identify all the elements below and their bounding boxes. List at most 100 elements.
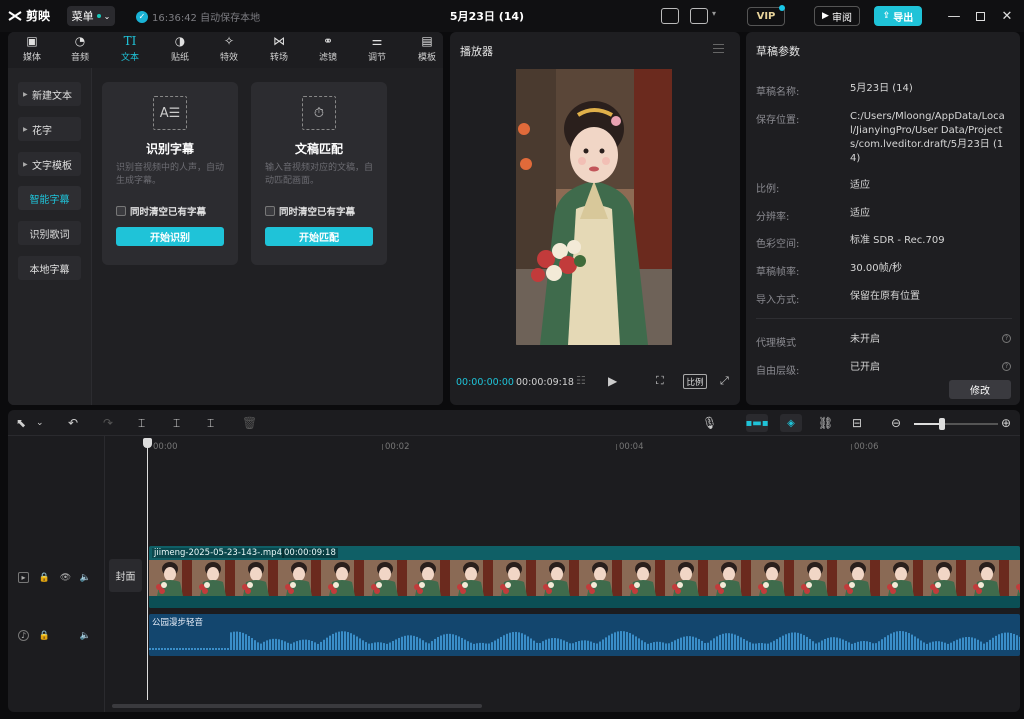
checkbox-box[interactable] xyxy=(116,206,126,216)
waveform-bar xyxy=(437,637,439,650)
tab-audio[interactable]: ◔ 音频 xyxy=(58,34,102,68)
checkbox-box[interactable] xyxy=(265,206,275,216)
side-item-lyrics[interactable]: 识别歌词 xyxy=(18,221,81,245)
tab-transition[interactable]: ⋈ 转场 xyxy=(257,34,301,68)
waveform-bar xyxy=(638,638,640,650)
undo-icon[interactable]: ↶ xyxy=(68,415,78,431)
maximize-icon[interactable] xyxy=(972,8,988,24)
materials-panel: ▣ 媒体 ◔ 音频 TI 文本 ◑ 贴纸 ✧ 特效 ⋈ 转场 ⚭ 滤镜 ⚌ 调节 ▤ 模板 ▶ 新建… xyxy=(8,32,443,405)
zoom-slider-handle[interactable] xyxy=(939,418,945,430)
waveform-bar xyxy=(593,642,595,650)
close-icon[interactable]: ✕ xyxy=(999,8,1015,24)
volume-icon[interactable]: 🔈 xyxy=(80,630,91,641)
audio-clip[interactable]: 公园漫步轻音 xyxy=(149,614,1020,656)
lock-icon[interactable]: 🔒 xyxy=(39,630,50,641)
side-item-local-caption[interactable]: 本地字幕 xyxy=(18,256,81,280)
waveform-bar xyxy=(653,642,655,650)
link-icon[interactable]: ⛓ xyxy=(818,415,833,431)
waveform-bar xyxy=(206,648,208,650)
playhead-handle[interactable] xyxy=(143,438,152,448)
side-item-smart-caption[interactable]: 智能字幕 xyxy=(18,186,81,210)
zoom-out-icon[interactable]: ⊖ xyxy=(891,415,901,431)
waveform-bar xyxy=(872,643,874,650)
waveform-bar xyxy=(515,631,517,650)
tab-template[interactable]: ▤ 模板 xyxy=(405,34,443,68)
waveform-bar xyxy=(689,636,691,650)
waveform-bar xyxy=(185,648,187,650)
side-item-text-template[interactable]: ▶ 文字模板 xyxy=(18,152,81,176)
param-label-resolution: 分辨率: xyxy=(756,212,790,223)
menu-icon[interactable] xyxy=(713,44,724,53)
split-left-icon[interactable]: ⌶ xyxy=(173,415,180,431)
ratio-button[interactable]: 比例 xyxy=(683,374,707,389)
clear-captions-checkbox[interactable]: 同时清空已有字幕 xyxy=(265,204,355,218)
minimize-icon[interactable]: — xyxy=(946,8,962,24)
horizontal-scrollbar[interactable] xyxy=(112,704,482,708)
timecode-grid-icon[interactable]: ☷ xyxy=(576,374,586,387)
waveform-bar xyxy=(878,641,880,650)
playhead[interactable] xyxy=(147,440,148,700)
cover-button[interactable]: 封面 xyxy=(109,559,142,592)
start-match-button[interactable]: 开始匹配 xyxy=(265,227,373,246)
effects-icon: ✧ xyxy=(223,34,235,48)
clear-captions-checkbox[interactable]: 同时清空已有字幕 xyxy=(116,204,206,218)
preview-axis-icon[interactable]: ⊟ xyxy=(852,415,862,431)
play-icon[interactable]: ▶ xyxy=(608,374,617,388)
layout-icon[interactable] xyxy=(690,8,708,24)
waveform-bar xyxy=(542,641,544,650)
side-item-fancy-text[interactable]: ▶ 花字 xyxy=(18,117,81,141)
layout-chevron-icon[interactable]: ▾ xyxy=(712,9,716,18)
waveform-bar xyxy=(302,639,304,650)
lock-icon[interactable]: 🔒 xyxy=(39,572,50,583)
waveform-bar xyxy=(149,648,151,650)
tab-text[interactable]: TI 文本 xyxy=(108,34,152,68)
tab-media[interactable]: ▣ 媒体 xyxy=(10,34,54,68)
card-desc: 识别音视频中的人声，自动生成字幕。 xyxy=(116,163,225,186)
delete-icon[interactable]: 🗑 xyxy=(242,415,257,431)
tab-sticker[interactable]: ◑ 贴纸 xyxy=(158,34,202,68)
waveform-bar xyxy=(833,637,835,650)
modify-button[interactable]: 修改 xyxy=(949,380,1011,399)
waveform-bar xyxy=(635,636,637,650)
select-cursor-icon[interactable]: ⬉ xyxy=(16,415,26,431)
audio-waveform xyxy=(149,631,1020,650)
redo-icon[interactable]: ↷ xyxy=(103,415,113,431)
clip-thumbnails xyxy=(149,560,1020,596)
tab-filter[interactable]: ⚭ 滤镜 xyxy=(306,34,350,68)
caption-content: A☰ 识别字幕 识别音视频中的人声，自动生成字幕。 同时清空已有字幕 开始识别 … xyxy=(92,68,443,405)
waveform-bar xyxy=(473,643,475,650)
waveform-bar xyxy=(875,643,877,650)
export-button[interactable]: ⇪ 导出 xyxy=(874,6,922,26)
waveform-bar xyxy=(1013,633,1015,650)
auto-snap-icon[interactable]: ◈ xyxy=(780,414,802,432)
zoom-in-icon[interactable]: ⊕ xyxy=(1001,415,1011,431)
waveform-bar xyxy=(812,641,814,650)
waveform-bar xyxy=(626,631,628,650)
keyboard-icon[interactable] xyxy=(661,8,679,24)
menu-button[interactable]: 菜单 ⌄ xyxy=(67,6,115,26)
waveform-bar xyxy=(623,631,625,650)
tab-adjust[interactable]: ⚌ 调节 xyxy=(355,34,399,68)
main-track-magnet-icon[interactable]: ▪▬▪ xyxy=(746,414,769,432)
waveform-bar xyxy=(692,636,694,650)
chevron-down-icon[interactable]: ⌄ xyxy=(36,415,44,431)
waveform-bar xyxy=(911,634,913,650)
eye-icon[interactable]: 👁 xyxy=(60,572,71,583)
info-icon[interactable]: ? xyxy=(1002,362,1011,371)
info-icon[interactable]: ? xyxy=(1002,334,1011,343)
split-right-icon[interactable]: ⌶ xyxy=(207,415,214,431)
fullscreen-icon[interactable]: ⤢ xyxy=(720,374,729,388)
review-button[interactable]: ▶ 审阅 xyxy=(814,6,860,26)
volume-icon[interactable]: 🔈 xyxy=(80,572,91,583)
waveform-bar xyxy=(482,642,484,650)
zoom-fit-icon[interactable]: ⛶ xyxy=(656,374,664,388)
tab-effects[interactable]: ✧ 特效 xyxy=(207,34,251,68)
side-item-new-text[interactable]: ▶ 新建文本 xyxy=(18,82,81,106)
start-recognize-button[interactable]: 开始识别 xyxy=(116,227,224,246)
video-clip[interactable]: jiimeng-2025-05-23-143-.mp4 00:00:09:18 xyxy=(149,546,1020,608)
waveform-bar xyxy=(827,637,829,650)
microphone-icon[interactable]: 🎙 xyxy=(702,415,717,431)
video-preview[interactable] xyxy=(516,69,672,345)
split-icon[interactable]: ⌶ xyxy=(138,415,145,431)
waveform-bar xyxy=(1019,636,1020,650)
